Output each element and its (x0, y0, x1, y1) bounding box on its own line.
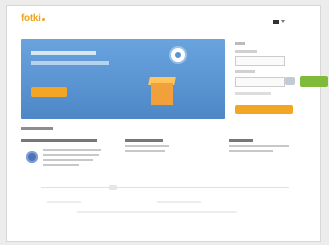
feature-column-2 (125, 139, 189, 152)
feature-1-title[interactable] (21, 139, 97, 142)
login-title (235, 42, 245, 45)
badge-icon (26, 151, 38, 163)
password-label (235, 70, 255, 73)
banner-cta-button[interactable] (31, 87, 67, 97)
feature-1-text (43, 149, 101, 169)
box-icon (148, 75, 176, 105)
flag-icon (273, 19, 279, 24)
hero-banner (21, 39, 225, 119)
chevron-down-icon (281, 20, 285, 24)
section-heading (21, 127, 53, 130)
banner-subheadline (31, 61, 109, 65)
feature-2-title[interactable] (125, 139, 163, 142)
feature-3-line (229, 145, 289, 147)
feature-1-line (43, 164, 79, 166)
footer-divider (41, 187, 289, 188)
gear-icon (171, 48, 185, 62)
footer-link[interactable] (157, 201, 201, 203)
footer-link[interactable] (47, 201, 81, 203)
feature-2-line (125, 145, 169, 147)
logo-dot (41, 18, 45, 21)
box-body (151, 83, 173, 105)
password-field[interactable] (235, 77, 285, 87)
feature-3-line (229, 150, 273, 152)
browser-page: fotki (6, 5, 328, 242)
banner-headline (31, 51, 96, 55)
feature-column-1 (21, 139, 101, 142)
feature-2-line (125, 150, 165, 152)
feature-1-line (43, 159, 93, 161)
feature-column-3 (229, 139, 299, 152)
logo-text: fotki (21, 13, 41, 24)
site-logo[interactable]: fotki (21, 13, 45, 24)
feature-1-line (43, 149, 101, 151)
language-selector[interactable] (273, 19, 297, 28)
footer-copyright (77, 211, 237, 213)
feature-1-line (43, 154, 99, 156)
divider-marker (109, 185, 117, 190)
remember-me-option[interactable] (235, 92, 271, 95)
login-submit-button[interactable] (235, 105, 293, 114)
feature-3-title[interactable] (229, 139, 253, 142)
username-field[interactable] (235, 56, 285, 66)
green-action-button[interactable] (300, 76, 328, 87)
login-go-button[interactable] (285, 77, 295, 85)
username-label (235, 50, 257, 53)
